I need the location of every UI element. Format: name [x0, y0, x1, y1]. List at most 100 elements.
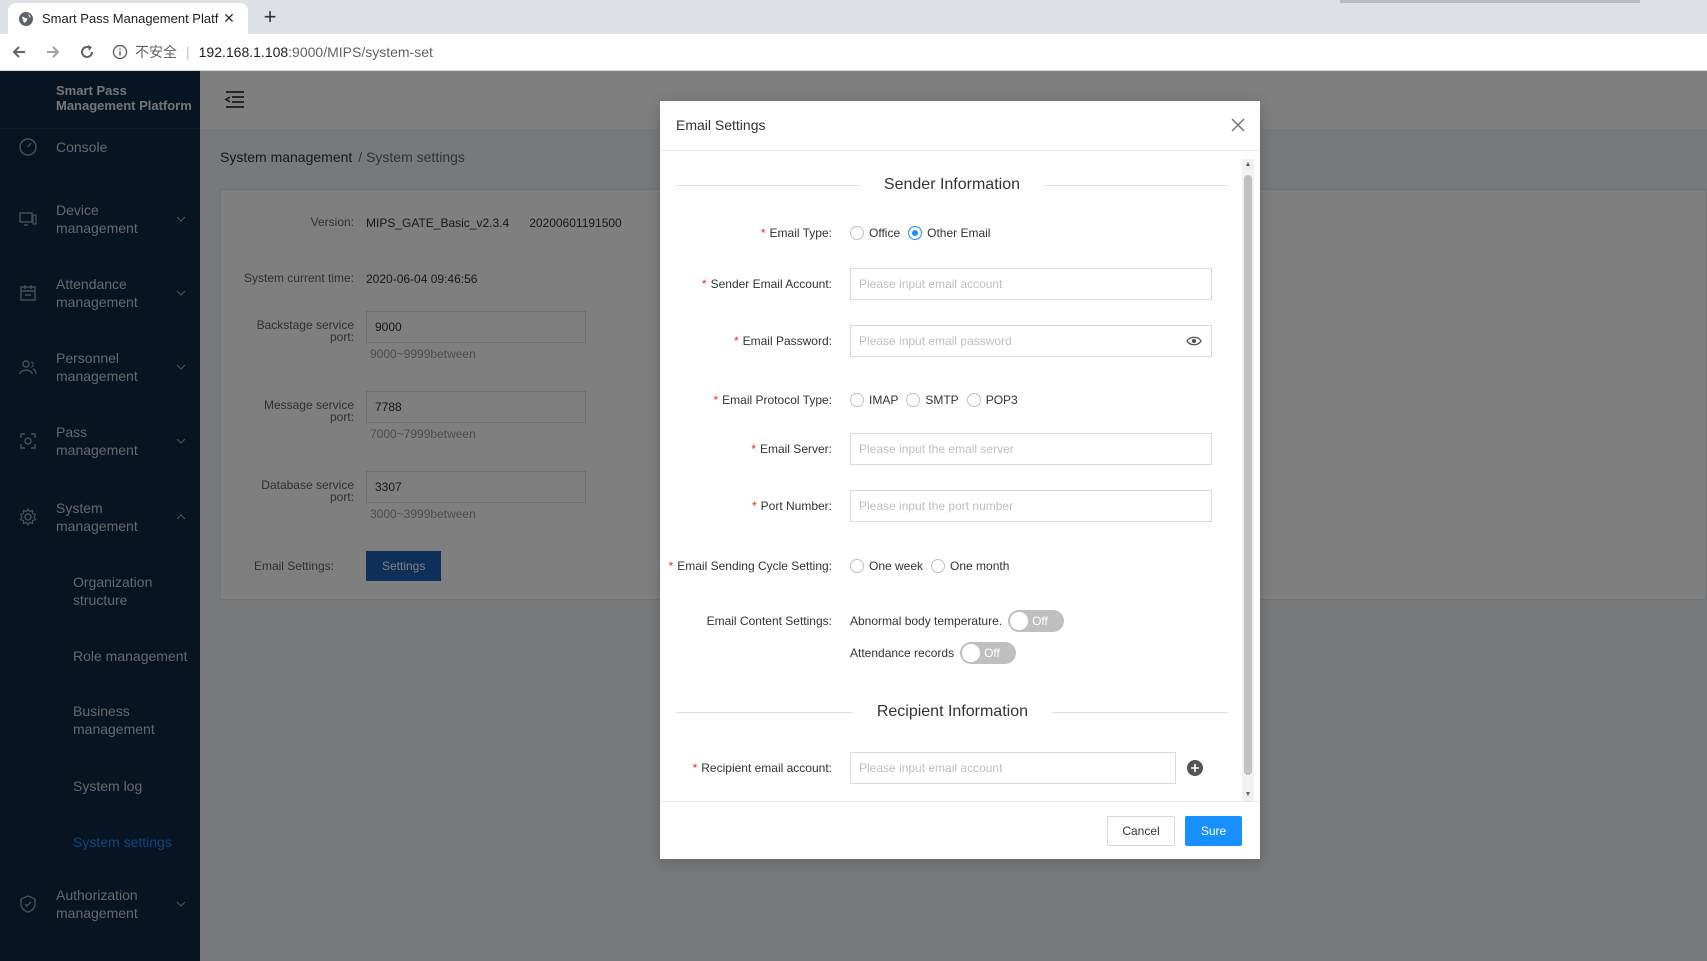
- scrollbar-thumb[interactable]: [1244, 175, 1252, 775]
- label-text: Email Server:: [759, 442, 832, 456]
- divider: [676, 184, 860, 186]
- browser-tab[interactable]: Smart Pass Management Platf ✕: [8, 3, 248, 34]
- port-label: * Port Number:: [660, 499, 850, 513]
- abnormal-temp-switch[interactable]: Off: [1008, 610, 1065, 632]
- divider: [1044, 184, 1228, 186]
- arrow-right-icon: [47, 46, 60, 58]
- server-control: [850, 433, 1240, 465]
- email-type-group: Office Other Email: [850, 226, 1240, 240]
- attendance-setting: Attendance records Off: [850, 642, 1017, 664]
- tab-title: Smart Pass Management Platf: [42, 11, 219, 26]
- recipient-section-label: Recipient Information: [876, 703, 1028, 720]
- url-host: 192.168.1.108: [198, 44, 289, 60]
- radio-office[interactable]: Office: [850, 226, 900, 240]
- recipient-section-title: Recipient Information: [676, 702, 1228, 722]
- content-label: Email Content Settings:: [706, 614, 832, 628]
- url-box[interactable]: 不安全 | 192.168.1.108:9000/MIPS/system-set: [112, 37, 433, 67]
- radio-label: Office: [869, 226, 901, 240]
- protocol-label: * Email Protocol Type:: [660, 393, 850, 407]
- label-text: Port Number:: [760, 499, 832, 513]
- radio-one-month[interactable]: One month: [931, 559, 1009, 573]
- recipient-email-input[interactable]: [850, 752, 1176, 784]
- port-number-input[interactable]: [850, 490, 1212, 522]
- radio-one-week[interactable]: One week: [850, 559, 923, 573]
- port-row: * Port Number:: [660, 490, 1240, 522]
- eye-icon[interactable]: [1186, 335, 1202, 347]
- recipient-label: * Recipient email account:: [660, 761, 850, 775]
- radio-label: Other Email: [927, 226, 991, 240]
- tab-close-icon[interactable]: ✕: [220, 10, 238, 27]
- url-separator: |: [186, 44, 190, 60]
- info-icon: [112, 44, 128, 60]
- switch-knob: [962, 644, 981, 662]
- required-mark: *: [692, 761, 698, 775]
- radio-smtp[interactable]: SMTP: [906, 393, 959, 407]
- radio-circle: [931, 559, 946, 573]
- radio-circle: [850, 393, 864, 407]
- content-row: Email Content Settings: Abnormal body te…: [660, 609, 1240, 633]
- radio-other-email[interactable]: Other Email: [908, 226, 990, 240]
- sender-email-input[interactable]: [850, 268, 1212, 300]
- reload-icon: [81, 45, 93, 58]
- required-mark: *: [751, 442, 756, 456]
- required-mark: *: [760, 226, 766, 240]
- radio-circle: [966, 393, 981, 407]
- recipient-control: [850, 752, 1240, 784]
- radio-label: One month: [950, 559, 1010, 573]
- modal-header: Email Settings: [660, 101, 1260, 151]
- add-circle-icon[interactable]: [1186, 759, 1204, 777]
- email-settings-modal: Email Settings ▲ ▼ Sender Information * E…: [660, 101, 1260, 859]
- label-text: Email Protocol Type:: [722, 393, 832, 407]
- server-label: * Email Server:: [660, 442, 850, 456]
- radio-label: SMTP: [925, 393, 959, 407]
- password-label: * Email Password:: [660, 334, 850, 348]
- label-text: Email Sending Cycle Setting:: [677, 559, 832, 573]
- radio-label: IMAP: [869, 393, 899, 407]
- protocol-group: IMAP SMTP POP3: [850, 393, 1240, 407]
- required-mark: *: [733, 334, 739, 348]
- sender-account-row: * Sender Email Account:: [660, 268, 1240, 300]
- radio-circle: [850, 559, 864, 573]
- attendance-control: Attendance records Off: [850, 642, 1240, 664]
- email-password-input[interactable]: [850, 325, 1212, 357]
- new-tab-button[interactable]: +: [258, 5, 282, 29]
- required-mark: *: [668, 559, 674, 573]
- attendance-row: Attendance records Off: [660, 641, 1240, 665]
- scroll-down-icon[interactable]: ▼: [1244, 791, 1252, 799]
- sure-button[interactable]: Sure: [1185, 816, 1242, 846]
- label-text: Email Password:: [742, 334, 832, 348]
- sender-account-control: [850, 268, 1240, 300]
- port-control: [850, 490, 1240, 522]
- window-edge: [1340, 0, 1640, 3]
- switch-state: Off: [1032, 614, 1048, 628]
- reload-button[interactable]: [72, 37, 102, 67]
- radio-pop3[interactable]: POP3: [966, 393, 1018, 407]
- modal-body: ▲ ▼ Sender Information * Email Type: Offi…: [660, 151, 1260, 801]
- forward-button[interactable]: [38, 37, 68, 67]
- email-type-label: * Email Type:: [660, 226, 850, 240]
- modal-scrollbar[interactable]: ▲ ▼: [1242, 159, 1254, 801]
- cancel-button[interactable]: Cancel: [1107, 816, 1175, 846]
- scroll-up-icon[interactable]: ▲: [1244, 161, 1252, 169]
- cycle-group: One week One month: [850, 559, 1240, 573]
- email-server-input[interactable]: [850, 433, 1212, 465]
- protocol-row: * Email Protocol Type: IMAP SMTP POP3: [660, 388, 1240, 412]
- attendance-label: Attendance records: [850, 646, 955, 660]
- abnormal-temp-setting: Abnormal body temperature. Off: [850, 610, 1065, 632]
- divider: [1052, 711, 1228, 713]
- required-mark: *: [713, 393, 719, 407]
- radio-circle: [850, 226, 864, 240]
- back-button[interactable]: [4, 37, 34, 67]
- required-mark: *: [701, 277, 707, 291]
- attendance-switch[interactable]: Off: [960, 642, 1017, 664]
- close-icon[interactable]: [1230, 117, 1246, 133]
- abnormal-temp-label: Abnormal body temperature.: [850, 614, 1003, 628]
- radio-imap[interactable]: IMAP: [850, 393, 898, 407]
- required-mark: *: [751, 499, 757, 513]
- cycle-row: * Email Sending Cycle Setting: One week O…: [660, 554, 1240, 578]
- label-text: Sender Email Account:: [710, 277, 832, 291]
- email-type-row: * Email Type: Office Other Email: [660, 221, 1240, 245]
- modal-footer: Cancel Sure: [660, 801, 1260, 859]
- sender-account-label: * Sender Email Account:: [660, 277, 850, 291]
- server-row: * Email Server:: [660, 433, 1240, 465]
